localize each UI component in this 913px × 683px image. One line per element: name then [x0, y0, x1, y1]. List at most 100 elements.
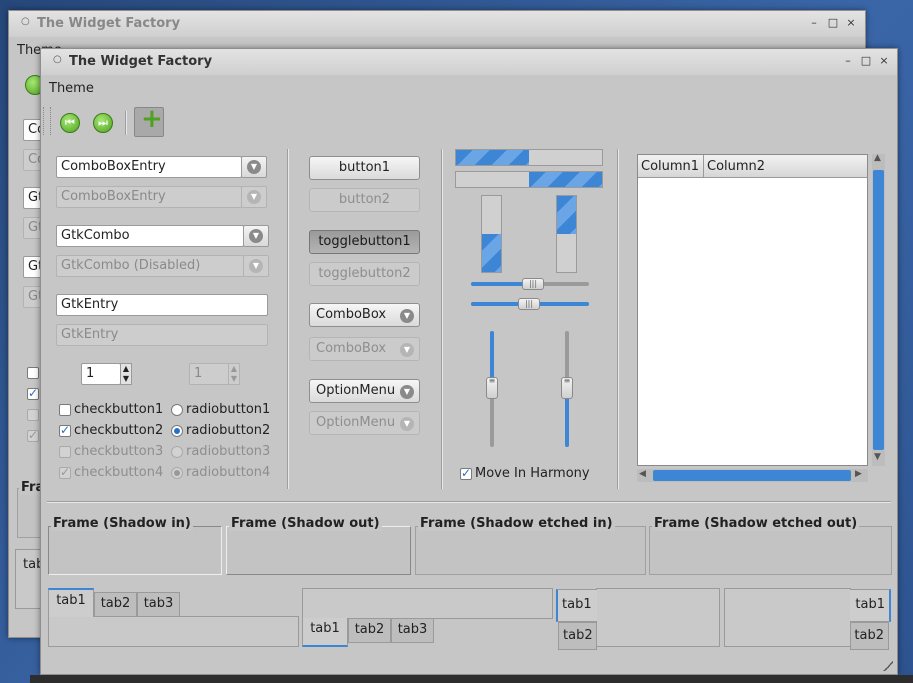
optionmenu[interactable]: OptionMenu ▼ — [309, 379, 420, 403]
gtkcombo-input[interactable]: GtkCombo — [56, 225, 244, 247]
background-checkbox-1[interactable] — [27, 367, 39, 379]
minimize-icon[interactable]: – — [841, 54, 855, 67]
combobox-disabled: ComboBox ▼ — [309, 337, 420, 361]
move-in-harmony-label[interactable]: Move In Harmony — [475, 466, 590, 481]
close-icon[interactable]: × — [844, 16, 858, 29]
gtkentry-placeholder: GtkEntry — [61, 327, 119, 342]
notebook-bottom-tab1[interactable]: tab1 — [302, 618, 348, 647]
frame-shadow-etched-out — [649, 526, 892, 575]
treeview[interactable]: Column1 Column2 — [637, 154, 868, 466]
vertical-scroll-thumb[interactable] — [873, 170, 884, 450]
comboboxentry-input[interactable]: ComboBoxEntry — [56, 156, 242, 178]
progress-fill-v1 — [482, 234, 501, 272]
radiobutton1-circle[interactable] — [171, 404, 183, 416]
hscale-1-handle[interactable]: ||| — [522, 278, 544, 290]
minimize-icon[interactable]: – — [807, 16, 821, 29]
notebook-left-tab2[interactable]: tab2 — [558, 622, 597, 650]
hscale-2-handle[interactable]: ||| — [518, 298, 540, 310]
vertical-scrollbar[interactable]: ▲ ▼ — [872, 153, 885, 466]
notebook-bottom-tab2[interactable]: tab2 — [348, 618, 391, 643]
checkbutton3-label: checkbutton3 — [74, 444, 164, 459]
checkbutton2-box[interactable] — [59, 423, 71, 437]
radiobutton4-label: radiobutton4 — [186, 465, 271, 480]
window-menu-icon[interactable]: ○ — [21, 16, 30, 27]
chevron-down-icon: ▼ — [247, 190, 261, 204]
comboboxentry-disabled-text: ComboBoxEntry — [61, 189, 166, 204]
chevron-down-icon: ▼ — [400, 385, 414, 399]
background-titlebar[interactable]: ○ The Widget Factory – □ × — [9, 11, 865, 37]
radiobutton1-label[interactable]: radiobutton1 — [186, 402, 270, 417]
horizontal-scrollbar[interactable]: ◀ ▶ — [637, 469, 868, 482]
move-in-harmony-checkbox[interactable] — [460, 466, 472, 480]
frame-shadow-etched-in-title: Frame (Shadow etched in) — [418, 516, 615, 531]
gtkcombo-disabled-input: GtkCombo (Disabled) — [56, 255, 244, 277]
column2-header[interactable]: Column2 — [707, 159, 765, 174]
notebook-right-pane — [724, 588, 851, 647]
close-icon[interactable]: × — [877, 54, 891, 67]
notebook-right-tab1[interactable]: tab1 — [850, 589, 891, 622]
notebook-bottom-tab3[interactable]: tab3 — [391, 618, 434, 643]
go-first-icon[interactable]: ⏮ — [60, 113, 80, 133]
checkbutton4-label: checkbutton4 — [74, 465, 164, 480]
button2: button2 — [309, 188, 420, 212]
button1[interactable]: button1 — [309, 156, 420, 180]
combobox-label: ComboBox — [316, 307, 387, 322]
menu-theme[interactable]: Theme — [49, 81, 94, 96]
radiobutton2-label[interactable]: radiobutton2 — [186, 423, 270, 438]
main-window[interactable]: ○ The Widget Factory – □ × Theme ⏮ ⏭ + C… — [40, 48, 898, 675]
gtkcombo-text: GtkCombo — [61, 228, 130, 243]
comboboxentry-dropdown[interactable]: ▼ — [241, 156, 267, 178]
column-separator — [617, 149, 618, 489]
column1-header[interactable]: Column1 — [641, 159, 699, 174]
checkbutton1-label[interactable]: checkbutton1 — [74, 402, 163, 417]
spin-input[interactable]: 1 — [81, 363, 121, 385]
notebook-top-tab2[interactable]: tab2 — [94, 592, 137, 617]
toolbar-grip[interactable] — [43, 107, 51, 135]
background-checkbox-2[interactable] — [27, 386, 39, 400]
add-icon: + — [141, 104, 163, 134]
scroll-left-icon[interactable]: ◀ — [639, 469, 646, 479]
scroll-right-icon[interactable]: ▶ — [855, 469, 862, 479]
window-menu-icon[interactable]: ○ — [53, 54, 62, 65]
resize-grip[interactable] — [883, 661, 893, 671]
frame-shadow-etched-out-title: Frame (Shadow etched out) — [652, 516, 860, 531]
notebook-left-tab1[interactable]: tab1 — [556, 589, 597, 622]
comboboxentry-disabled-input: ComboBoxEntry — [56, 186, 242, 208]
optionmenu-disabled-label: OptionMenu — [316, 415, 396, 430]
radiobutton4-circle — [171, 467, 183, 479]
gtkcombo-dropdown[interactable]: ▼ — [243, 225, 269, 247]
togglebutton1[interactable]: togglebutton1 — [309, 230, 420, 254]
checkbutton2-label[interactable]: checkbutton2 — [74, 423, 163, 438]
comboboxentry-disabled-dropdown: ▼ — [241, 186, 267, 208]
optionmenu-label: OptionMenu — [316, 383, 396, 398]
notebook-left-pane — [596, 588, 720, 647]
gtkentry-input[interactable]: GtkEntry — [56, 294, 268, 316]
add-button[interactable]: + — [134, 104, 164, 137]
maximize-icon[interactable]: □ — [826, 16, 840, 29]
chevron-down-icon: ▼ — [400, 343, 414, 357]
maximize-icon[interactable]: □ — [859, 54, 873, 67]
radiobutton3-circle — [171, 446, 183, 458]
progress-bar-v1 — [481, 195, 502, 273]
notebook-bottom-pane — [302, 588, 553, 619]
chevron-down-icon: ▼ — [249, 229, 263, 243]
vscale-1-handle[interactable]: ≡ — [486, 377, 498, 399]
main-titlebar[interactable]: ○ The Widget Factory – □ × — [41, 49, 897, 75]
window-title: The Widget Factory — [69, 54, 213, 69]
combobox[interactable]: ComboBox ▼ — [309, 303, 420, 327]
horizontal-scroll-thumb[interactable] — [653, 470, 851, 481]
notebook-top-tab1[interactable]: tab1 — [48, 588, 94, 617]
taskbar[interactable] — [30, 675, 913, 683]
go-last-icon[interactable]: ⏭ — [93, 113, 113, 133]
progress-bar-h2 — [455, 171, 603, 188]
spin-buttons[interactable]: ▲ ▼ — [120, 363, 132, 385]
frame-shadow-out-title: Frame (Shadow out) — [229, 516, 382, 531]
scroll-up-icon[interactable]: ▲ — [874, 153, 881, 163]
radiobutton2-circle[interactable] — [171, 425, 183, 437]
checkbutton1-box[interactable] — [59, 404, 71, 416]
scroll-down-icon[interactable]: ▼ — [874, 452, 881, 462]
optionmenu-disabled: OptionMenu ▼ — [309, 411, 420, 435]
notebook-right-tab2[interactable]: tab2 — [850, 622, 889, 650]
notebook-top-tab3[interactable]: tab3 — [137, 592, 180, 617]
vscale-2-handle[interactable]: ≡ — [561, 377, 573, 399]
